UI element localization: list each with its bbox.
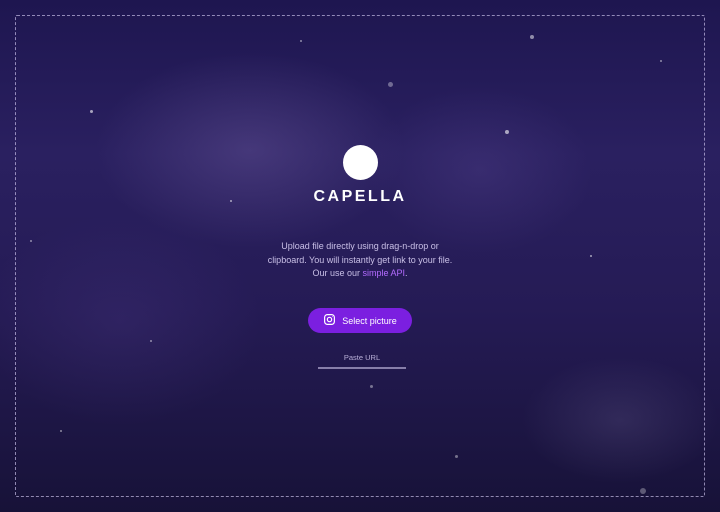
- paste-url-label: Paste URL: [343, 353, 381, 362]
- brand-title: CAPELLA: [313, 188, 407, 205]
- description-line-3: Our use our simple API.: [240, 267, 480, 281]
- description-line-3-suffix: .: [405, 268, 408, 278]
- api-link[interactable]: simple API: [362, 268, 405, 278]
- upload-panel: CAPELLA Upload file directly using drag-…: [0, 0, 720, 512]
- select-picture-button[interactable]: Select picture: [308, 308, 412, 333]
- description-line-1: Upload file directly using drag-n-drop o…: [281, 241, 439, 251]
- description-line-2: clipboard. You will instantly get link t…: [267, 254, 453, 265]
- instagram-icon: [323, 313, 336, 328]
- description-line-3-prefix: Our use our: [312, 268, 363, 278]
- upload-description: Upload file directly using drag-n-drop o…: [240, 240, 480, 281]
- logo-circle-icon: [343, 145, 378, 180]
- select-picture-label: Select picture: [342, 315, 397, 326]
- paste-url-input[interactable]: [318, 367, 406, 369]
